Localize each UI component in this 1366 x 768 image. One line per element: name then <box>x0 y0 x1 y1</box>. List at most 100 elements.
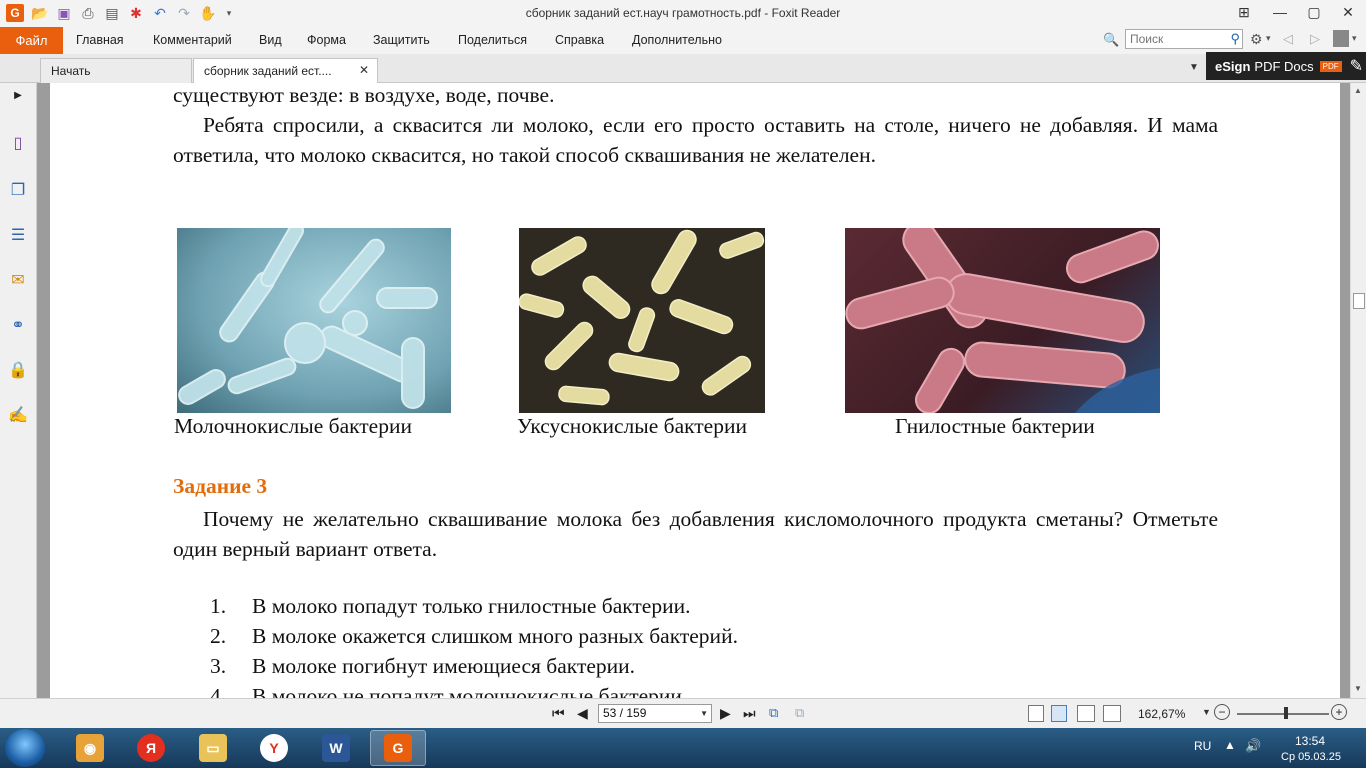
answer-option: 2. В молоке окажется слишком много разных… <box>210 624 738 649</box>
start-button[interactable] <box>5 729 45 767</box>
task-heading: Задание 3 <box>173 474 268 498</box>
search-input[interactable] <box>1126 30 1222 48</box>
zoom-in-icon[interactable]: + <box>1331 704 1347 720</box>
acetic-bacteria-image <box>519 228 765 413</box>
bookmarks-icon[interactable]: ▯ <box>6 131 30 155</box>
taskbar-app-eye[interactable]: ◉ <box>62 730 118 766</box>
user-chevron-icon[interactable]: ▾ <box>1352 33 1357 44</box>
tabs-dropdown-icon[interactable]: ▼ <box>1189 62 1199 73</box>
attachments-icon[interactable]: ⚭ <box>6 313 30 337</box>
zoom-level[interactable]: 162,67% <box>1138 707 1185 721</box>
windows-taskbar: ◉ Я ▭ Y W G RU ▲ 🔊 13:54 Ср 05.03.25 <box>0 728 1366 768</box>
last-page-icon[interactable]: ⏭ <box>743 705 756 722</box>
left-navigation-panel: ▶ ▯ ❐ ☰ ✉ ⚭ 🔒 ✍ <box>0 83 37 698</box>
menu-view[interactable]: Вид <box>259 33 282 47</box>
tray-arrow-icon[interactable]: ▲ <box>1224 738 1236 752</box>
clock-time[interactable]: 13:54 <box>1295 734 1325 748</box>
putrefactive-bacteria-image <box>845 228 1160 413</box>
scroll-up-arrow-icon[interactable]: ▲ <box>1354 86 1362 95</box>
option-number: 4. <box>210 684 227 698</box>
search-box: ⚲ <box>1125 29 1243 49</box>
tab-document[interactable]: сборник заданий ест.... ✕ <box>193 58 378 83</box>
security-lock-icon[interactable]: 🔒 <box>6 358 30 382</box>
taskbar-app-yandex-y[interactable]: Y <box>246 730 302 766</box>
taskbar-app-yandex[interactable]: Я <box>123 730 179 766</box>
page-dropdown-icon[interactable]: ▼ <box>700 705 708 722</box>
ribbon-menu: Файл Главная Комментарий Вид Форма Защит… <box>0 27 1366 54</box>
forward-arrow-icon[interactable]: ▷ <box>1310 31 1320 47</box>
option-text: В молоке окажется слишком много разных б… <box>252 624 738 648</box>
single-page-view-icon[interactable] <box>1028 705 1044 722</box>
clock-date[interactable]: Ср 05.03.25 <box>1281 751 1341 763</box>
zoom-dropdown-icon[interactable]: ▼ <box>1202 707 1211 717</box>
comments-icon[interactable]: ✉ <box>6 268 30 292</box>
find-folder-icon[interactable]: 🔍 <box>1103 32 1119 48</box>
menu-home[interactable]: Главная <box>76 33 124 47</box>
taskbar-app-explorer[interactable]: ▭ <box>185 730 241 766</box>
tab-document-label: сборник заданий ест.... <box>204 64 332 78</box>
first-page-icon[interactable]: ⏮ <box>552 705 565 722</box>
taskbar-app-foxit[interactable]: G <box>370 730 426 766</box>
option-text: В молоке погибнут имеющиеся бактерии. <box>252 654 636 678</box>
search-icon[interactable]: ⚲ <box>1230 31 1240 47</box>
menu-protect[interactable]: Защитить <box>373 33 430 47</box>
minimize-button[interactable]: — <box>1263 0 1297 24</box>
menu-comment[interactable]: Комментарий <box>153 33 232 47</box>
foxit-reader-icon: G <box>384 734 412 762</box>
menu-help[interactable]: Справка <box>555 33 604 47</box>
answer-option: 3. В молоке погибнут имеющиеся бактерии. <box>210 654 635 679</box>
document-view[interactable]: существуют везде: в воздухе, воде, почве… <box>37 83 1350 698</box>
previous-view-icon[interactable]: ⧉ <box>769 705 778 721</box>
lactic-bacteria-image <box>177 228 451 413</box>
previous-page-icon[interactable]: ◀ <box>577 705 588 722</box>
close-window-button[interactable]: ✕ <box>1331 0 1365 24</box>
lactic-bacteria-drawing <box>178 228 438 409</box>
esign-label: PDF Docs <box>1254 58 1314 74</box>
yandex-browser-icon: Я <box>137 734 165 762</box>
document-tabs: Начать сборник заданий ест.... ✕ ▼ <box>0 54 1366 83</box>
menu-form[interactable]: Форма <box>307 33 346 47</box>
next-page-icon[interactable]: ▶ <box>720 705 731 722</box>
text-line-top: существуют везде: в воздухе, воде, почве… <box>173 83 555 107</box>
layers-icon[interactable]: ☰ <box>6 223 30 247</box>
eye-icon: ◉ <box>76 734 104 762</box>
zoom-slider-thumb[interactable] <box>1283 707 1288 719</box>
facing-view-icon[interactable] <box>1077 705 1095 722</box>
zoom-out-icon[interactable]: − <box>1214 704 1230 720</box>
pages-icon[interactable]: ❐ <box>6 178 30 202</box>
ribbon-toggle-button[interactable]: ⊞ <box>1227 0 1261 24</box>
taskbar-app-word[interactable]: W <box>308 730 364 766</box>
scroll-down-arrow-icon[interactable]: ▼ <box>1354 684 1362 693</box>
caption-lactic: Молочнокислые бактерии <box>174 414 412 438</box>
file-menu-button[interactable]: Файл <box>0 27 63 54</box>
esign-button[interactable]: eSign PDF Docs PDF ✎ <box>1206 52 1366 80</box>
language-indicator[interactable]: RU <box>1194 739 1211 753</box>
option-number: 3. <box>210 654 227 678</box>
folder-icon: ▭ <box>199 734 227 762</box>
menu-share[interactable]: Поделиться <box>458 33 527 47</box>
tab-start[interactable]: Начать <box>40 58 192 83</box>
user-avatar-icon[interactable] <box>1333 30 1349 47</box>
page-number-field[interactable]: 53 / 159 ▼ <box>598 704 712 723</box>
pdf-page: существуют везде: в воздухе, воде, почве… <box>50 83 1340 698</box>
word-icon: W <box>322 734 350 762</box>
continuous-facing-view-icon[interactable] <box>1103 705 1121 722</box>
pen-icon: ✎ <box>1349 58 1364 75</box>
caption-putrefactive: Гнилостные бактерии <box>895 414 1095 438</box>
scroll-thumb[interactable] <box>1353 293 1365 309</box>
next-view-icon[interactable]: ⧉ <box>795 705 804 721</box>
option-number: 1. <box>210 594 227 618</box>
continuous-view-icon[interactable] <box>1051 705 1067 722</box>
volume-icon[interactable]: 🔊 <box>1245 738 1261 754</box>
option-text: В молоко попадут только гнилостные бакте… <box>252 594 691 618</box>
settings-gear-icon[interactable]: ⚙ <box>1250 31 1263 48</box>
settings-chevron-icon[interactable]: ▾ <box>1266 33 1271 44</box>
expand-panel-icon[interactable]: ▶ <box>6 83 30 107</box>
back-arrow-icon[interactable]: ◁ <box>1283 31 1293 47</box>
vertical-scrollbar[interactable]: ▲ ▼ <box>1350 83 1366 698</box>
menu-extra[interactable]: Дополнительно <box>632 33 722 47</box>
caption-acetic: Уксуснокислые бактерии <box>517 414 747 438</box>
maximize-button[interactable]: ▢ <box>1297 0 1331 24</box>
close-tab-icon[interactable]: ✕ <box>359 63 369 77</box>
signatures-icon[interactable]: ✍ <box>6 403 30 427</box>
